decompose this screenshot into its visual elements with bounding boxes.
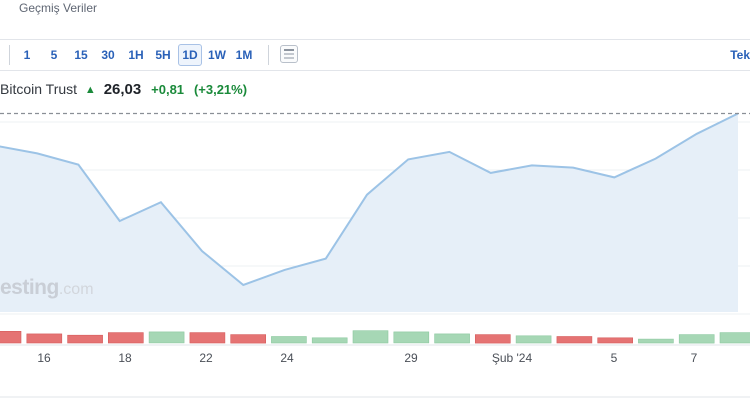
watermark-text: esting <box>0 276 59 299</box>
x-tick-label: 18 <box>118 351 132 365</box>
interval-1d[interactable]: 1D <box>178 44 202 66</box>
x-axis-labels: 16 18 22 24 29 Şub '24 5 7 <box>37 351 697 365</box>
toolbar-divider <box>268 45 269 65</box>
interval-15[interactable]: 15 <box>71 44 91 66</box>
volume-bar <box>556 336 593 344</box>
volume-bar <box>108 332 144 344</box>
volume-bar <box>0 331 22 344</box>
price-change-percent: (+3,21%) <box>193 82 248 97</box>
x-tick-label: 16 <box>37 351 51 365</box>
volume-bar <box>352 330 389 344</box>
volume-bar <box>597 337 634 344</box>
interval-30[interactable]: 30 <box>98 44 118 66</box>
volume-bar <box>393 331 430 344</box>
volume-bar <box>515 335 552 344</box>
quote-header: Bitcoin Trust ▲ 26,03 +0,81 (+3,21%) <box>0 79 247 99</box>
volume-bar <box>678 334 715 344</box>
x-tick-label: 29 <box>404 351 418 365</box>
volume-bar <box>271 336 307 344</box>
last-price: 26,03 <box>103 81 142 98</box>
interval-1m[interactable]: 1M <box>233 44 255 66</box>
x-tick-label: 22 <box>199 351 213 365</box>
x-tick-label: 5 <box>611 351 618 365</box>
x-tick-label: 24 <box>280 351 294 365</box>
instrument-name: Bitcoin Trust <box>0 81 78 97</box>
chart-layout-icon[interactable] <box>280 45 298 63</box>
interval-1w[interactable]: 1W <box>206 44 228 66</box>
watermark-suffix: .com <box>58 281 94 298</box>
x-tick-label: 7 <box>691 351 698 365</box>
interval-1[interactable]: 1 <box>19 44 35 66</box>
volume-bar <box>230 334 266 344</box>
up-arrow-icon: ▲ <box>84 84 96 96</box>
price-chart[interactable]: 16 18 22 24 29 Şub '24 5 7 <box>0 100 750 400</box>
volume-bar <box>67 334 103 344</box>
interval-5[interactable]: 5 <box>46 44 62 66</box>
volume-bar <box>434 333 470 344</box>
volume-bar <box>719 332 750 344</box>
volume-bar <box>638 338 674 344</box>
volume-bar <box>148 331 185 344</box>
volume-bar <box>26 333 63 344</box>
interval-1h[interactable]: 1H <box>125 44 147 66</box>
investing-watermark: esting.com <box>0 276 94 300</box>
price-change: +0,81 <box>151 82 185 97</box>
volume-bars <box>0 330 750 344</box>
x-tick-label: Şub '24 <box>492 351 533 365</box>
volume-bar <box>311 337 348 344</box>
interval-5h[interactable]: 5H <box>152 44 174 66</box>
toolbar-right-link[interactable]: Tek <box>730 44 750 66</box>
chart-toolbar: 1 5 15 30 1H 5H 1D 1W 1M Tek <box>0 39 750 71</box>
volume-bar <box>474 334 511 344</box>
price-area-fill <box>0 113 738 312</box>
volume-bar <box>189 332 226 344</box>
toolbar-divider <box>9 45 10 65</box>
historical-data-link[interactable]: Geçmiş Veriler <box>19 1 97 15</box>
